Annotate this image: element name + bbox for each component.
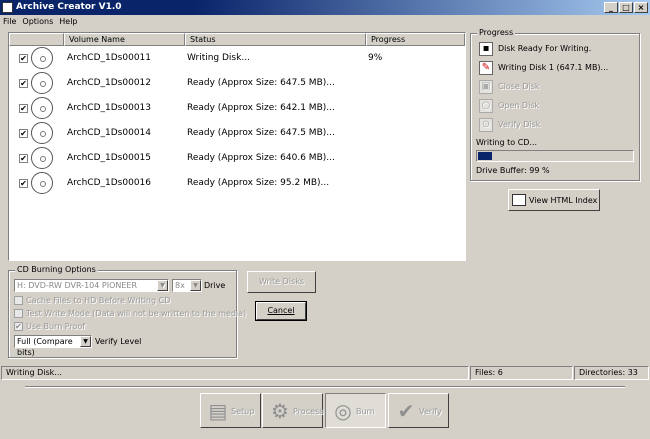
verify-level-select[interactable]: Full (Compare bits) ▼	[14, 335, 92, 357]
verify-level-label: Verify Level	[95, 337, 142, 346]
open-disk-icon: ○	[479, 99, 493, 113]
maximize-button[interactable]: □	[619, 2, 633, 13]
disc-icon	[31, 72, 53, 94]
close-button[interactable]: ×	[634, 2, 648, 13]
list-item[interactable]: ✔ ArchCD_1Ds00014 Ready (Approx Size: 647.…	[9, 121, 465, 146]
title-bar: Archive Creator V1.0 _ □ ×	[0, 0, 650, 15]
row-checkbox[interactable]: ✔	[19, 54, 28, 63]
chevron-down-icon: ▼	[157, 280, 168, 291]
view-html-index-button[interactable]: View HTML Index	[508, 189, 600, 211]
gears-icon: ⚙	[271, 399, 289, 423]
chevron-down-icon: ▼	[190, 280, 201, 291]
column-header-status[interactable]: Status	[185, 33, 366, 46]
nav-burn-button[interactable]: ◎ Burn	[325, 393, 386, 428]
status-directories: Directories: 33	[574, 366, 649, 380]
pencil-icon: ✎	[479, 61, 493, 75]
status-message: Writing Disk...	[1, 366, 469, 380]
cache-files-checkbox[interactable]	[14, 296, 23, 305]
row-status: Ready (Approx Size: 95.2 MB)...	[187, 178, 330, 188]
row-volume-name: ArchCD_1Ds00015	[67, 153, 152, 163]
progress-group-title: Progress	[477, 28, 516, 37]
row-status: Ready (Approx Size: 647.5 MB)...	[187, 128, 335, 138]
html-index-icon	[512, 194, 526, 206]
drive-buffer-label: Drive Buffer: 99 %	[476, 166, 550, 175]
nav-divider	[25, 386, 625, 388]
menu-bar: File Options Help	[0, 15, 650, 29]
row-checkbox[interactable]: ✔	[19, 129, 28, 138]
menu-help[interactable]: Help	[56, 15, 80, 28]
row-progress: 9%	[368, 53, 383, 63]
disc-icon	[31, 97, 53, 119]
row-status: Writing Disk...	[187, 53, 250, 63]
disc-icon	[31, 47, 53, 69]
menu-options[interactable]: Options	[19, 15, 56, 28]
disc-icon	[31, 147, 53, 169]
list-item[interactable]: ✔ ArchCD_1Ds00013 Ready (Approx Size: 642.…	[9, 96, 465, 121]
close-disk-icon: ▣	[479, 80, 493, 94]
window-title: Archive Creator V1.0	[16, 2, 122, 12]
verify-check-icon: ✔	[397, 399, 415, 423]
minimize-button[interactable]: _	[604, 2, 618, 13]
verify-disk-icon: ⊙	[479, 118, 493, 132]
column-header-volume[interactable]: Volume Name	[64, 33, 185, 46]
column-header-progress[interactable]: Progress	[366, 33, 465, 46]
burn-disc-icon: ◎	[334, 399, 352, 423]
chevron-down-icon: ▼	[80, 336, 91, 347]
nav-process-button[interactable]: ⚙ Process	[262, 393, 323, 428]
cancel-button[interactable]: Cancel	[255, 301, 307, 321]
app-icon	[2, 2, 13, 13]
writing-label: Writing to CD...	[476, 138, 538, 147]
row-volume-name: ArchCD_1Ds00013	[67, 103, 152, 113]
clipboard-icon: ▤	[208, 399, 228, 423]
list-item[interactable]: ✔ ArchCD_1Ds00015 Ready (Approx Size: 640.…	[9, 146, 465, 171]
write-progress-bar	[476, 150, 634, 162]
row-checkbox[interactable]: ✔	[19, 154, 28, 163]
nav-verify-button[interactable]: ✔ Verify	[388, 393, 449, 428]
row-checkbox[interactable]: ✔	[19, 104, 28, 113]
list-item[interactable]: ✔ ArchCD_1Ds00016 Ready (Approx Size: 95.2…	[9, 171, 465, 196]
row-status: Ready (Approx Size: 647.5 MB)...	[187, 78, 335, 88]
status-files: Files: 6	[470, 366, 573, 380]
disc-icon	[31, 122, 53, 144]
drive-select[interactable]: H: DVD-RW DVR-104 PIONEER ▼	[14, 279, 169, 292]
row-status: Ready (Approx Size: 642.1 MB)...	[187, 103, 335, 113]
cd-burning-options-title: CD Burning Options	[15, 265, 98, 274]
write-disks-button[interactable]: Write Disks	[247, 271, 316, 293]
row-volume-name: ArchCD_1Ds00012	[67, 78, 152, 88]
cd-burning-options-group: CD Burning Options H: DVD-RW DVR-104 PIO…	[8, 265, 246, 358]
list-item[interactable]: ✔ ArchCD_1Ds00012 Ready (Approx Size: 647.…	[9, 71, 465, 96]
nav-setup-button[interactable]: ▤ Setup	[200, 393, 261, 428]
column-header-check[interactable]	[9, 33, 64, 46]
row-checkbox[interactable]: ✔	[19, 79, 28, 88]
disc-icon	[31, 172, 53, 194]
burn-proof-checkbox[interactable]: ✔	[14, 322, 23, 331]
volume-list[interactable]: Volume Name Status Progress ✔ ArchCD_1Ds0…	[8, 32, 466, 261]
row-volume-name: ArchCD_1Ds00014	[67, 128, 152, 138]
speed-select[interactable]: 8x ▼	[172, 279, 202, 292]
progress-group: Progress ▪ Disk Ready For Writing. ✎ Wri…	[470, 28, 640, 181]
menu-file[interactable]: File	[0, 15, 19, 28]
row-volume-name: ArchCD_1Ds00016	[67, 178, 152, 188]
row-volume-name: ArchCD_1Ds00011	[67, 53, 152, 63]
row-checkbox[interactable]: ✔	[19, 179, 28, 188]
write-progress-fill	[478, 152, 492, 160]
disk-ready-icon: ▪	[479, 42, 493, 56]
test-write-checkbox[interactable]	[14, 309, 23, 318]
list-item[interactable]: ✔ ArchCD_1Ds00011 Writing Disk... 9%	[9, 46, 465, 71]
row-status: Ready (Approx Size: 640.6 MB)...	[187, 153, 335, 163]
drive-label: Drive	[204, 281, 226, 290]
